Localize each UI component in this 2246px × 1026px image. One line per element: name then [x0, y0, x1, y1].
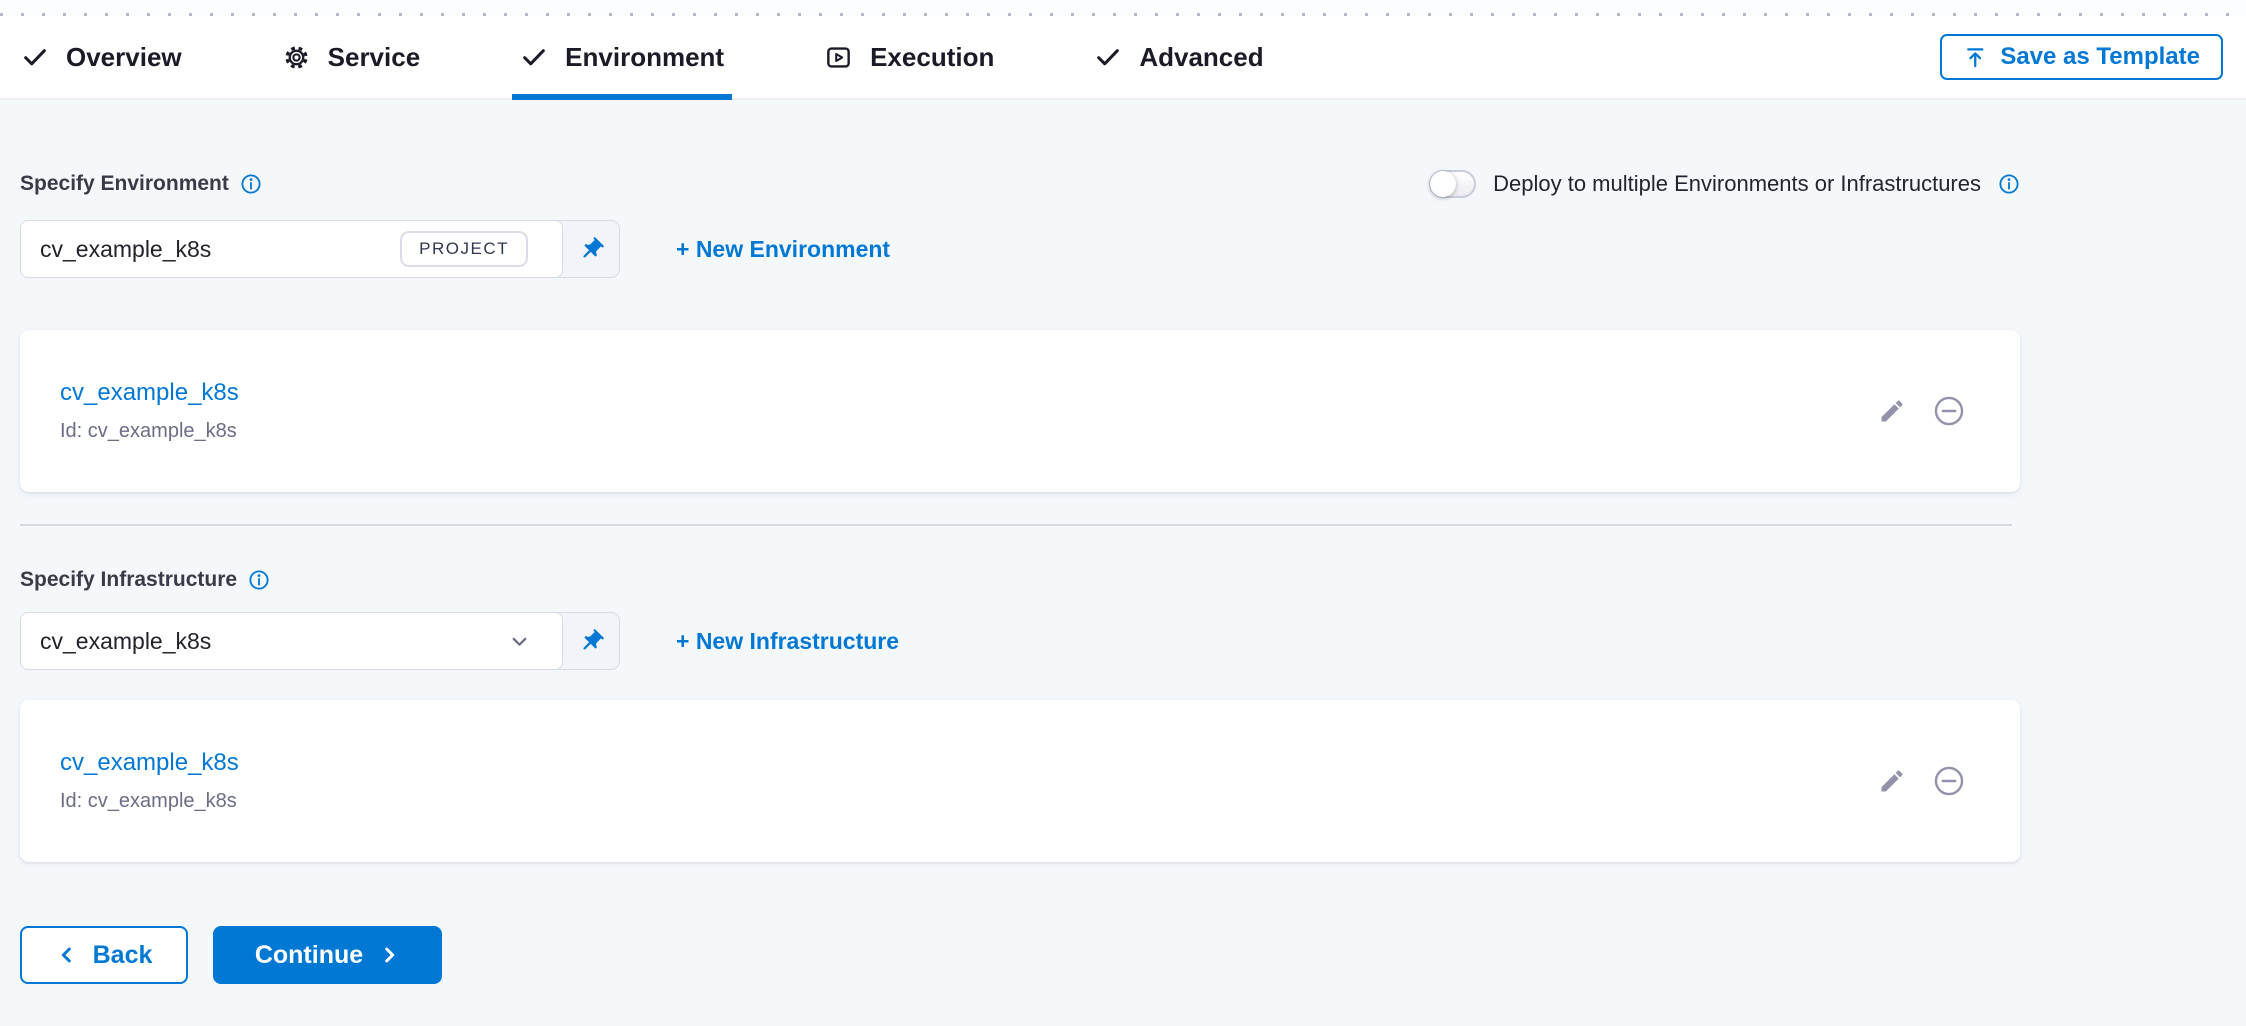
new-environment-link[interactable]: + New Environment — [676, 236, 890, 263]
footer-actions: Back Continue — [20, 926, 2020, 984]
specify-infrastructure-label: Specify Infrastructure — [20, 568, 237, 592]
scope-badge: PROJECT — [400, 231, 528, 267]
pin-button[interactable] — [563, 613, 619, 669]
continue-label: Continue — [255, 941, 363, 970]
upload-icon — [1963, 45, 1988, 70]
environment-input[interactable] — [40, 236, 400, 263]
pin-button[interactable] — [563, 221, 619, 277]
infrastructure-card-title-link[interactable]: cv_example_k8s — [60, 749, 239, 777]
continue-button[interactable]: Continue — [213, 926, 442, 984]
infrastructure-select[interactable]: cv_example_k8s — [20, 612, 563, 670]
environment-card-id: Id: cv_example_k8s — [60, 420, 1878, 443]
tab-label: Overview — [66, 42, 182, 73]
save-as-template-label: Save as Template — [2000, 43, 2200, 71]
environment-card: cv_example_k8s Id: cv_example_k8s — [20, 330, 2020, 492]
stage-tabbar: Overview Service Environment — [0, 16, 2246, 100]
environment-header-row: Specify Environment Deploy to multiple E… — [20, 170, 2020, 198]
tab-label: Execution — [870, 42, 994, 73]
gear-icon — [282, 43, 311, 72]
edit-button[interactable] — [1878, 767, 1906, 795]
infrastructure-selected-value: cv_example_k8s — [40, 628, 507, 655]
tab-label: Environment — [565, 42, 724, 73]
check-icon — [21, 43, 49, 71]
infrastructure-card-text: cv_example_k8s Id: cv_example_k8s — [60, 749, 1878, 813]
environment-card-text: cv_example_k8s Id: cv_example_k8s — [60, 379, 1878, 443]
back-button[interactable]: Back — [20, 926, 188, 984]
tab-label: Service — [328, 42, 421, 73]
info-icon[interactable] — [1998, 173, 2020, 195]
remove-button[interactable] — [1932, 394, 1966, 428]
back-label: Back — [93, 941, 153, 970]
specify-environment-label: Specify Environment — [20, 172, 229, 196]
environment-combo: PROJECT — [20, 220, 620, 278]
infrastructure-header-row: Specify Infrastructure — [20, 568, 2020, 592]
new-infrastructure-link[interactable]: + New Infrastructure — [676, 628, 899, 655]
infrastructure-combo: cv_example_k8s — [20, 612, 620, 670]
environment-field: PROJECT — [20, 220, 563, 278]
toggle-knob — [1430, 171, 1456, 197]
top-strip — [0, 0, 2246, 13]
tab-service[interactable]: Service — [282, 16, 421, 98]
tab-label: Advanced — [1139, 42, 1263, 73]
pin-icon — [572, 230, 610, 268]
infrastructure-card: cv_example_k8s Id: cv_example_k8s — [20, 700, 2020, 862]
environment-stage-content: Specify Environment Deploy to multiple E… — [20, 170, 2020, 984]
environment-input-row: PROJECT + New Environment — [20, 220, 2020, 278]
multi-deploy-toggle-label: Deploy to multiple Environments or Infra… — [1493, 171, 1981, 197]
tab-overview[interactable]: Overview — [21, 16, 182, 98]
environment-card-actions — [1878, 394, 1966, 428]
pin-icon — [572, 622, 610, 660]
infrastructure-card-actions — [1878, 764, 1966, 798]
specify-environment-label-group: Specify Environment — [20, 172, 262, 196]
infrastructure-card-id: Id: cv_example_k8s — [60, 790, 1878, 813]
play-square-icon — [824, 43, 853, 72]
infrastructure-input-row: cv_example_k8s + New Infrastructure — [20, 612, 2020, 670]
chevron-right-icon — [378, 944, 400, 966]
tab-execution[interactable]: Execution — [824, 16, 994, 98]
section-divider — [20, 524, 2012, 526]
chevron-down-icon[interactable] — [507, 629, 532, 654]
save-as-template-button[interactable]: Save as Template — [1940, 34, 2223, 80]
specify-infrastructure-label-group: Specify Infrastructure — [20, 568, 270, 592]
check-icon — [1094, 43, 1122, 71]
environment-card-title-link[interactable]: cv_example_k8s — [60, 379, 239, 407]
chevron-left-icon — [56, 944, 78, 966]
tab-environment[interactable]: Environment — [520, 16, 724, 98]
stage-tabs: Overview Service Environment — [21, 16, 1264, 98]
tab-advanced[interactable]: Advanced — [1094, 16, 1263, 98]
remove-button[interactable] — [1932, 764, 1966, 798]
multi-deploy-toggle[interactable] — [1429, 170, 1476, 198]
edit-button[interactable] — [1878, 397, 1906, 425]
multi-deploy-toggle-group: Deploy to multiple Environments or Infra… — [1429, 170, 2020, 198]
info-icon[interactable] — [248, 569, 270, 591]
check-icon — [520, 43, 548, 71]
info-icon[interactable] — [240, 173, 262, 195]
